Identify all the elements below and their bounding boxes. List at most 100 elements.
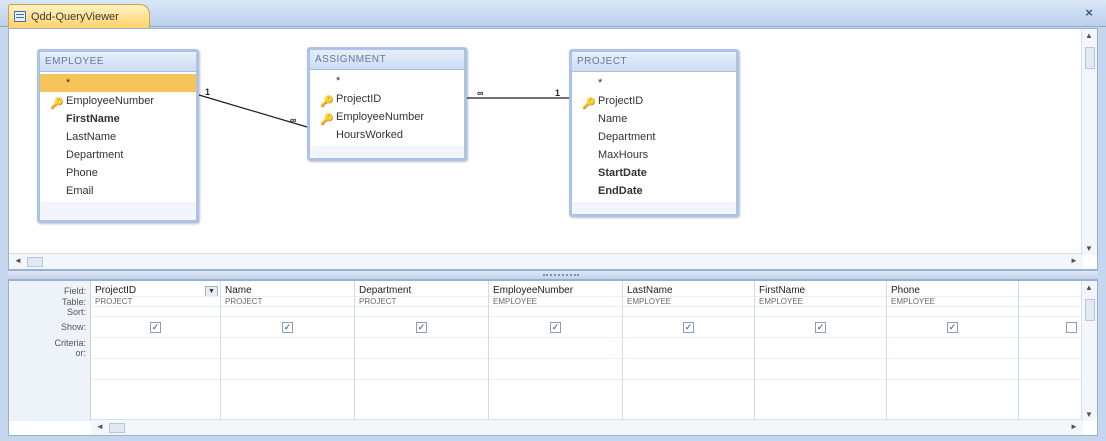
grid-table-cell[interactable]: PROJECT (355, 297, 488, 307)
grid-sort-cell[interactable] (1019, 307, 1081, 317)
project-table-box[interactable]: PROJECT * 🔑 ProjectID Name Department Max… (569, 49, 739, 217)
grid-column[interactable]: ProjectID ▼ PROJECT ✓ (91, 281, 221, 421)
grid-field-cell[interactable]: EmployeeNumber (489, 285, 622, 297)
grid-show-cell[interactable]: ✓ (623, 317, 754, 338)
grid-show-cell[interactable]: ✓ (91, 317, 220, 338)
employee-table-title[interactable]: EMPLOYEE (40, 52, 196, 72)
diagram-hscroll-thumb[interactable] (27, 257, 43, 267)
scroll-left-arrow-icon[interactable]: ◄ (93, 422, 107, 431)
diagram-vscroll-thumb[interactable] (1085, 47, 1095, 69)
grid-or-cell[interactable] (623, 359, 754, 380)
grid-sort-cell[interactable] (91, 307, 220, 317)
show-checkbox[interactable] (1066, 322, 1077, 334)
employee-field-lastname[interactable]: LastName (40, 128, 196, 146)
grid-horizontal-scrollbar[interactable]: ◄ ► (91, 419, 1083, 435)
grid-or-cell[interactable] (489, 359, 622, 380)
assignment-field-projectid[interactable]: 🔑 ProjectID (310, 90, 464, 108)
grid-or-cell[interactable] (755, 359, 886, 380)
grid-field-cell[interactable]: LastName (623, 285, 754, 297)
assignment-field-employeenumber[interactable]: 🔑 EmployeeNumber (310, 108, 464, 126)
project-field-name[interactable]: Name (572, 110, 736, 128)
show-checkbox[interactable]: ✓ (815, 322, 826, 334)
scroll-down-arrow-icon[interactable]: ▼ (1082, 410, 1096, 419)
scroll-up-arrow-icon[interactable]: ▲ (1082, 283, 1096, 292)
grid-vscroll-thumb[interactable] (1085, 299, 1095, 321)
grid-table-cell[interactable]: PROJECT (221, 297, 354, 307)
grid-show-cell[interactable] (1019, 317, 1081, 338)
project-field-department[interactable]: Department (572, 128, 736, 146)
grid-or-cell[interactable] (91, 359, 220, 380)
scroll-left-arrow-icon[interactable]: ◄ (11, 256, 25, 265)
show-checkbox[interactable]: ✓ (282, 322, 293, 334)
grid-column[interactable] (1019, 281, 1081, 421)
grid-table-cell[interactable]: PROJECT (91, 297, 220, 307)
employee-table-box[interactable]: EMPLOYEE * 🔑 EmployeeNumber FirstName Las… (37, 49, 199, 223)
grid-field-cell[interactable]: ProjectID ▼ (91, 285, 220, 297)
grid-hscroll-thumb[interactable] (109, 423, 125, 433)
grid-criteria-cell[interactable] (1019, 338, 1081, 359)
employee-field-phone[interactable]: Phone (40, 164, 196, 182)
grid-column[interactable]: Department PROJECT ✓ (355, 281, 489, 421)
scroll-down-arrow-icon[interactable]: ▼ (1082, 244, 1096, 253)
grid-or-cell[interactable] (221, 359, 354, 380)
grid-table-cell[interactable]: EMPLOYEE (887, 297, 1018, 307)
assignment-field-all[interactable]: * (310, 72, 464, 90)
employee-field-employeenumber[interactable]: 🔑 EmployeeNumber (40, 92, 196, 110)
grid-show-cell[interactable]: ✓ (355, 317, 488, 338)
employee-field-all[interactable]: * (40, 74, 196, 92)
show-checkbox[interactable]: ✓ (550, 322, 561, 334)
grid-sort-cell[interactable] (887, 307, 1018, 317)
diagram-horizontal-scrollbar[interactable]: ◄ ► (9, 253, 1083, 269)
project-field-startdate[interactable]: StartDate (572, 164, 736, 182)
grid-criteria-cell[interactable] (623, 338, 754, 359)
scroll-up-arrow-icon[interactable]: ▲ (1082, 31, 1096, 40)
grid-criteria-cell[interactable] (355, 338, 488, 359)
query-document-tab[interactable]: Qdd-QueryViewer (8, 4, 150, 28)
employee-field-department[interactable]: Department (40, 146, 196, 164)
show-checkbox[interactable]: ✓ (683, 322, 694, 334)
project-field-all[interactable]: * (572, 74, 736, 92)
project-field-enddate[interactable]: EndDate (572, 182, 736, 200)
grid-column[interactable]: Name PROJECT ✓ (221, 281, 355, 421)
grid-or-cell[interactable] (887, 359, 1018, 380)
grid-column[interactable]: EmployeeNumber EMPLOYEE ✓ (489, 281, 623, 421)
project-field-projectid[interactable]: 🔑 ProjectID (572, 92, 736, 110)
show-checkbox[interactable]: ✓ (150, 322, 161, 334)
grid-show-cell[interactable]: ✓ (755, 317, 886, 338)
grid-table-cell[interactable] (1019, 297, 1081, 307)
show-checkbox[interactable]: ✓ (947, 322, 958, 334)
grid-column[interactable]: Phone EMPLOYEE ✓ (887, 281, 1019, 421)
grid-criteria-cell[interactable] (489, 338, 622, 359)
grid-sort-cell[interactable] (755, 307, 886, 317)
pane-splitter[interactable] (8, 270, 1098, 280)
grid-vertical-scrollbar[interactable]: ▲ ▼ (1081, 281, 1097, 421)
grid-column[interactable]: FirstName EMPLOYEE ✓ (755, 281, 887, 421)
grid-table-cell[interactable]: EMPLOYEE (623, 297, 754, 307)
grid-field-cell[interactable]: Phone (887, 285, 1018, 297)
show-checkbox[interactable]: ✓ (416, 322, 427, 334)
grid-field-cell[interactable]: Department (355, 285, 488, 297)
grid-sort-cell[interactable] (489, 307, 622, 317)
grid-criteria-cell[interactable] (755, 338, 886, 359)
grid-field-cell[interactable]: FirstName (755, 285, 886, 297)
grid-or-cell[interactable] (1019, 359, 1081, 380)
grid-table-cell[interactable]: EMPLOYEE (489, 297, 622, 307)
close-document-button[interactable]: × (1082, 6, 1096, 20)
employee-field-firstname[interactable]: FirstName (40, 110, 196, 128)
grid-show-cell[interactable]: ✓ (489, 317, 622, 338)
grid-table-cell[interactable]: EMPLOYEE (755, 297, 886, 307)
grid-field-cell[interactable]: Name (221, 285, 354, 297)
assignment-table-box[interactable]: ASSIGNMENT * 🔑 ProjectID 🔑 EmployeeNumber … (307, 47, 467, 161)
grid-or-cell[interactable] (355, 359, 488, 380)
employee-field-email[interactable]: Email (40, 182, 196, 200)
grid-field-cell[interactable] (1019, 285, 1081, 297)
field-dropdown-icon[interactable]: ▼ (205, 286, 218, 296)
grid-sort-cell[interactable] (623, 307, 754, 317)
splitter-grip-icon[interactable] (543, 274, 579, 277)
project-table-title[interactable]: PROJECT (572, 52, 736, 72)
grid-show-cell[interactable]: ✓ (887, 317, 1018, 338)
grid-criteria-cell[interactable] (887, 338, 1018, 359)
grid-column[interactable]: LastName EMPLOYEE ✓ (623, 281, 755, 421)
grid-show-cell[interactable]: ✓ (221, 317, 354, 338)
project-field-maxhours[interactable]: MaxHours (572, 146, 736, 164)
